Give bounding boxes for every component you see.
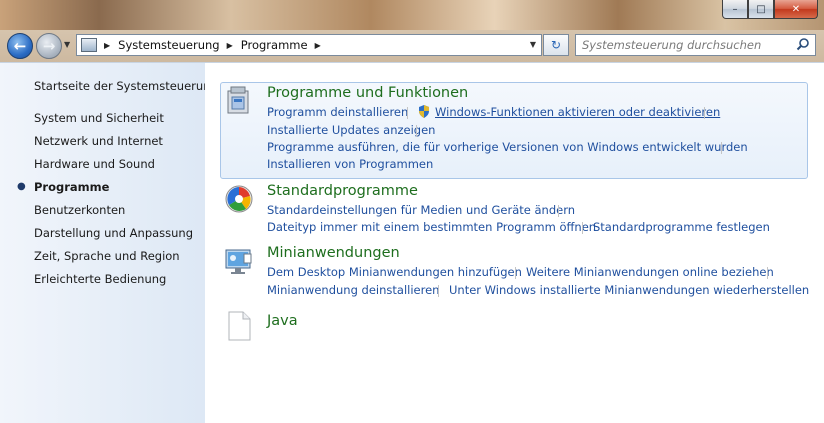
minimize-button[interactable]: –	[722, 0, 748, 19]
sidebar-item-network[interactable]: Netzwerk und Internet	[34, 134, 163, 148]
section-title-java[interactable]: Java	[267, 313, 298, 329]
title-bar: – □ ✕	[0, 0, 824, 30]
link-file-associations[interactable]: Dateityp immer mit einem bestimmten Prog…	[267, 220, 596, 234]
search-box[interactable]	[575, 34, 816, 56]
link-separator	[767, 267, 768, 279]
breadcrumb-systemsteuerung[interactable]: Systemsteuerung	[118, 38, 219, 52]
sidebar-item-clock-region[interactable]: Zeit, Sprache und Region	[34, 249, 180, 263]
link-separator	[515, 267, 516, 279]
sidebar-item-system-security[interactable]: System und Sicherheit	[34, 111, 164, 125]
search-input[interactable]	[582, 36, 792, 54]
maximize-button[interactable]: □	[748, 0, 774, 19]
link-installed-updates[interactable]: Installierte Updates anzeigen	[267, 123, 435, 137]
sidebar-item-ease-of-access[interactable]: Erleichterte Bedienung	[34, 272, 166, 286]
sidebar-item-user-accounts[interactable]: Benutzerkonten	[34, 203, 125, 217]
link-separator	[558, 205, 559, 217]
sidebar-item-appearance[interactable]: Darstellung und Anpassung	[34, 226, 193, 240]
link-separator	[416, 125, 417, 137]
recent-pages-dropdown[interactable]: ▼	[64, 40, 70, 49]
refresh-icon: ↻	[550, 38, 562, 52]
link-set-default-programs[interactable]: Standardprogramme festlegen	[593, 220, 770, 234]
section-title-gadgets[interactable]: Minianwendungen	[267, 245, 400, 261]
link-uninstall-gadget[interactable]: Minianwendung deinstallieren	[267, 283, 439, 297]
chevron-down-icon: ▼	[64, 40, 71, 49]
forward-button[interactable]: →	[36, 33, 62, 59]
link-windows-features[interactable]: Windows-Funktionen aktivieren oder deakt…	[435, 105, 720, 119]
main-content: Programme und Funktionen Programm deinst…	[205, 62, 824, 423]
link-separator	[704, 107, 705, 119]
sidebar-item-hardware-sound[interactable]: Hardware und Sound	[34, 157, 155, 171]
link-get-gadgets-online[interactable]: Weitere Minianwendungen online beziehen	[526, 265, 774, 279]
sidebar-item-programme[interactable]: Programme	[34, 180, 109, 194]
section-title-default-programs[interactable]: Standardprogramme	[267, 183, 418, 199]
active-bullet-icon: ●	[17, 181, 26, 192]
address-bar[interactable]: ▶ Systemsteuerung ▶ Programme ▶ ▼	[76, 34, 542, 56]
chevron-right-icon[interactable]: ▶	[104, 41, 110, 50]
link-restore-gadgets[interactable]: Unter Windows installierte Minianwendung…	[449, 283, 809, 297]
close-button[interactable]: ✕	[774, 0, 818, 19]
uac-shield-icon	[419, 105, 429, 118]
breadcrumb-programme[interactable]: Programme	[241, 38, 308, 52]
link-add-gadgets[interactable]: Dem Desktop Minianwendungen hinzufügen	[267, 265, 522, 279]
back-button[interactable]: ←	[7, 33, 33, 59]
link-uninstall-program[interactable]: Programm deinstallieren	[267, 105, 408, 119]
chevron-right-icon[interactable]: ▶	[315, 41, 321, 50]
sidebar-item-home[interactable]: Startseite der Systemsteuerung	[34, 79, 218, 93]
link-separator	[407, 107, 408, 119]
programs-features-icon[interactable]	[224, 85, 254, 115]
refresh-button[interactable]: ↻	[543, 34, 569, 56]
default-programs-icon[interactable]	[224, 184, 254, 214]
java-document-icon[interactable]	[224, 311, 254, 341]
link-separator	[438, 285, 439, 297]
control-panel-icon	[81, 38, 97, 52]
address-dropdown-icon[interactable]: ▼	[530, 40, 536, 49]
link-separator	[721, 142, 722, 154]
gadgets-icon[interactable]	[224, 246, 254, 276]
caption-buttons: – □ ✕	[722, 0, 818, 19]
section-title-programs-features[interactable]: Programme und Funktionen	[267, 85, 468, 101]
link-separator	[582, 222, 583, 234]
arrow-left-icon: ←	[13, 37, 27, 55]
arrow-right-icon: →	[42, 37, 56, 55]
link-autoplay-settings[interactable]: Standardeinstellungen für Medien und Ger…	[267, 203, 575, 217]
link-install-programs[interactable]: Installieren von Programmen	[267, 157, 433, 171]
sidebar: Startseite der Systemsteuerung System un…	[0, 62, 218, 423]
chevron-right-icon[interactable]: ▶	[227, 41, 233, 50]
link-run-older-programs[interactable]: Programme ausführen, die für vorherige V…	[267, 140, 748, 154]
search-icon[interactable]	[796, 37, 810, 51]
